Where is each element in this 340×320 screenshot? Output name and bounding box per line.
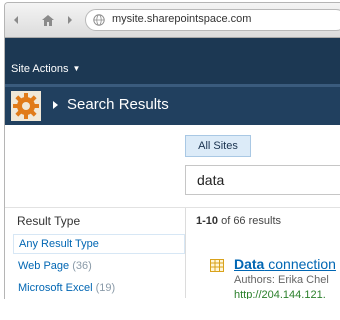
refinement-item-web-page[interactable]: Web Page (36) bbox=[13, 257, 185, 277]
chevron-down-icon: ▼ bbox=[72, 64, 81, 73]
browser-toolbar: mysite.sharepointspace.com bbox=[5, 3, 340, 38]
refinement-title: Result Type bbox=[17, 214, 81, 228]
result-title-link[interactable]: Data connection bbox=[234, 256, 336, 272]
url-text: mysite.sharepointspace.com bbox=[112, 13, 252, 25]
back-arrow-icon[interactable] bbox=[9, 13, 23, 27]
search-panel: All Sites data bbox=[5, 125, 340, 207]
search-query: data bbox=[197, 172, 225, 188]
result-url[interactable]: http://204.144.121. bbox=[234, 289, 326, 299]
results-count: of 66 results bbox=[218, 215, 282, 227]
refinement-panel: Result Type Any Result Type Web Page (36… bbox=[5, 208, 185, 299]
search-input[interactable]: data bbox=[185, 165, 340, 195]
forward-arrow-icon[interactable] bbox=[63, 13, 77, 27]
results-range: 1-10 bbox=[196, 215, 219, 227]
gear-logo-icon bbox=[11, 91, 41, 121]
refinement-item-label: Any Result Type bbox=[19, 238, 99, 250]
scope-tab-all-sites[interactable]: All Sites bbox=[185, 135, 251, 157]
breadcrumb-arrow-icon bbox=[53, 101, 58, 109]
refinement-item-count: (36) bbox=[72, 260, 92, 272]
site-actions-menu[interactable]: Site Actions ▼ bbox=[11, 63, 80, 75]
globe-icon bbox=[93, 14, 105, 26]
refinement-item-any-result-type[interactable]: Any Result Type bbox=[13, 234, 185, 254]
refinement-item-microsoft-excel[interactable]: Microsoft Excel (19) bbox=[13, 279, 185, 299]
refinement-item-label: Microsoft Excel bbox=[18, 282, 93, 294]
result-title-highlight: Data bbox=[234, 256, 265, 272]
excel-table-icon bbox=[210, 259, 224, 272]
ribbon bbox=[5, 38, 340, 84]
home-icon[interactable] bbox=[41, 13, 55, 27]
site-actions-label: Site Actions bbox=[11, 63, 69, 75]
result-authors: Authors: Erika Chel bbox=[234, 274, 329, 286]
title-bar: Search Results bbox=[5, 87, 340, 125]
page-title: Search Results bbox=[67, 96, 169, 113]
refinement-item-count: (19) bbox=[95, 282, 116, 294]
address-bar[interactable]: mysite.sharepointspace.com bbox=[85, 9, 340, 31]
refinement-item-label: Web Page bbox=[18, 260, 70, 272]
panel-divider bbox=[185, 208, 186, 298]
results-summary: 1-10 of 66 results bbox=[196, 215, 281, 227]
result-title-rest: connection bbox=[264, 256, 336, 272]
browser-window: mysite.sharepointspace.com Site Actions ▼… bbox=[4, 2, 340, 299]
